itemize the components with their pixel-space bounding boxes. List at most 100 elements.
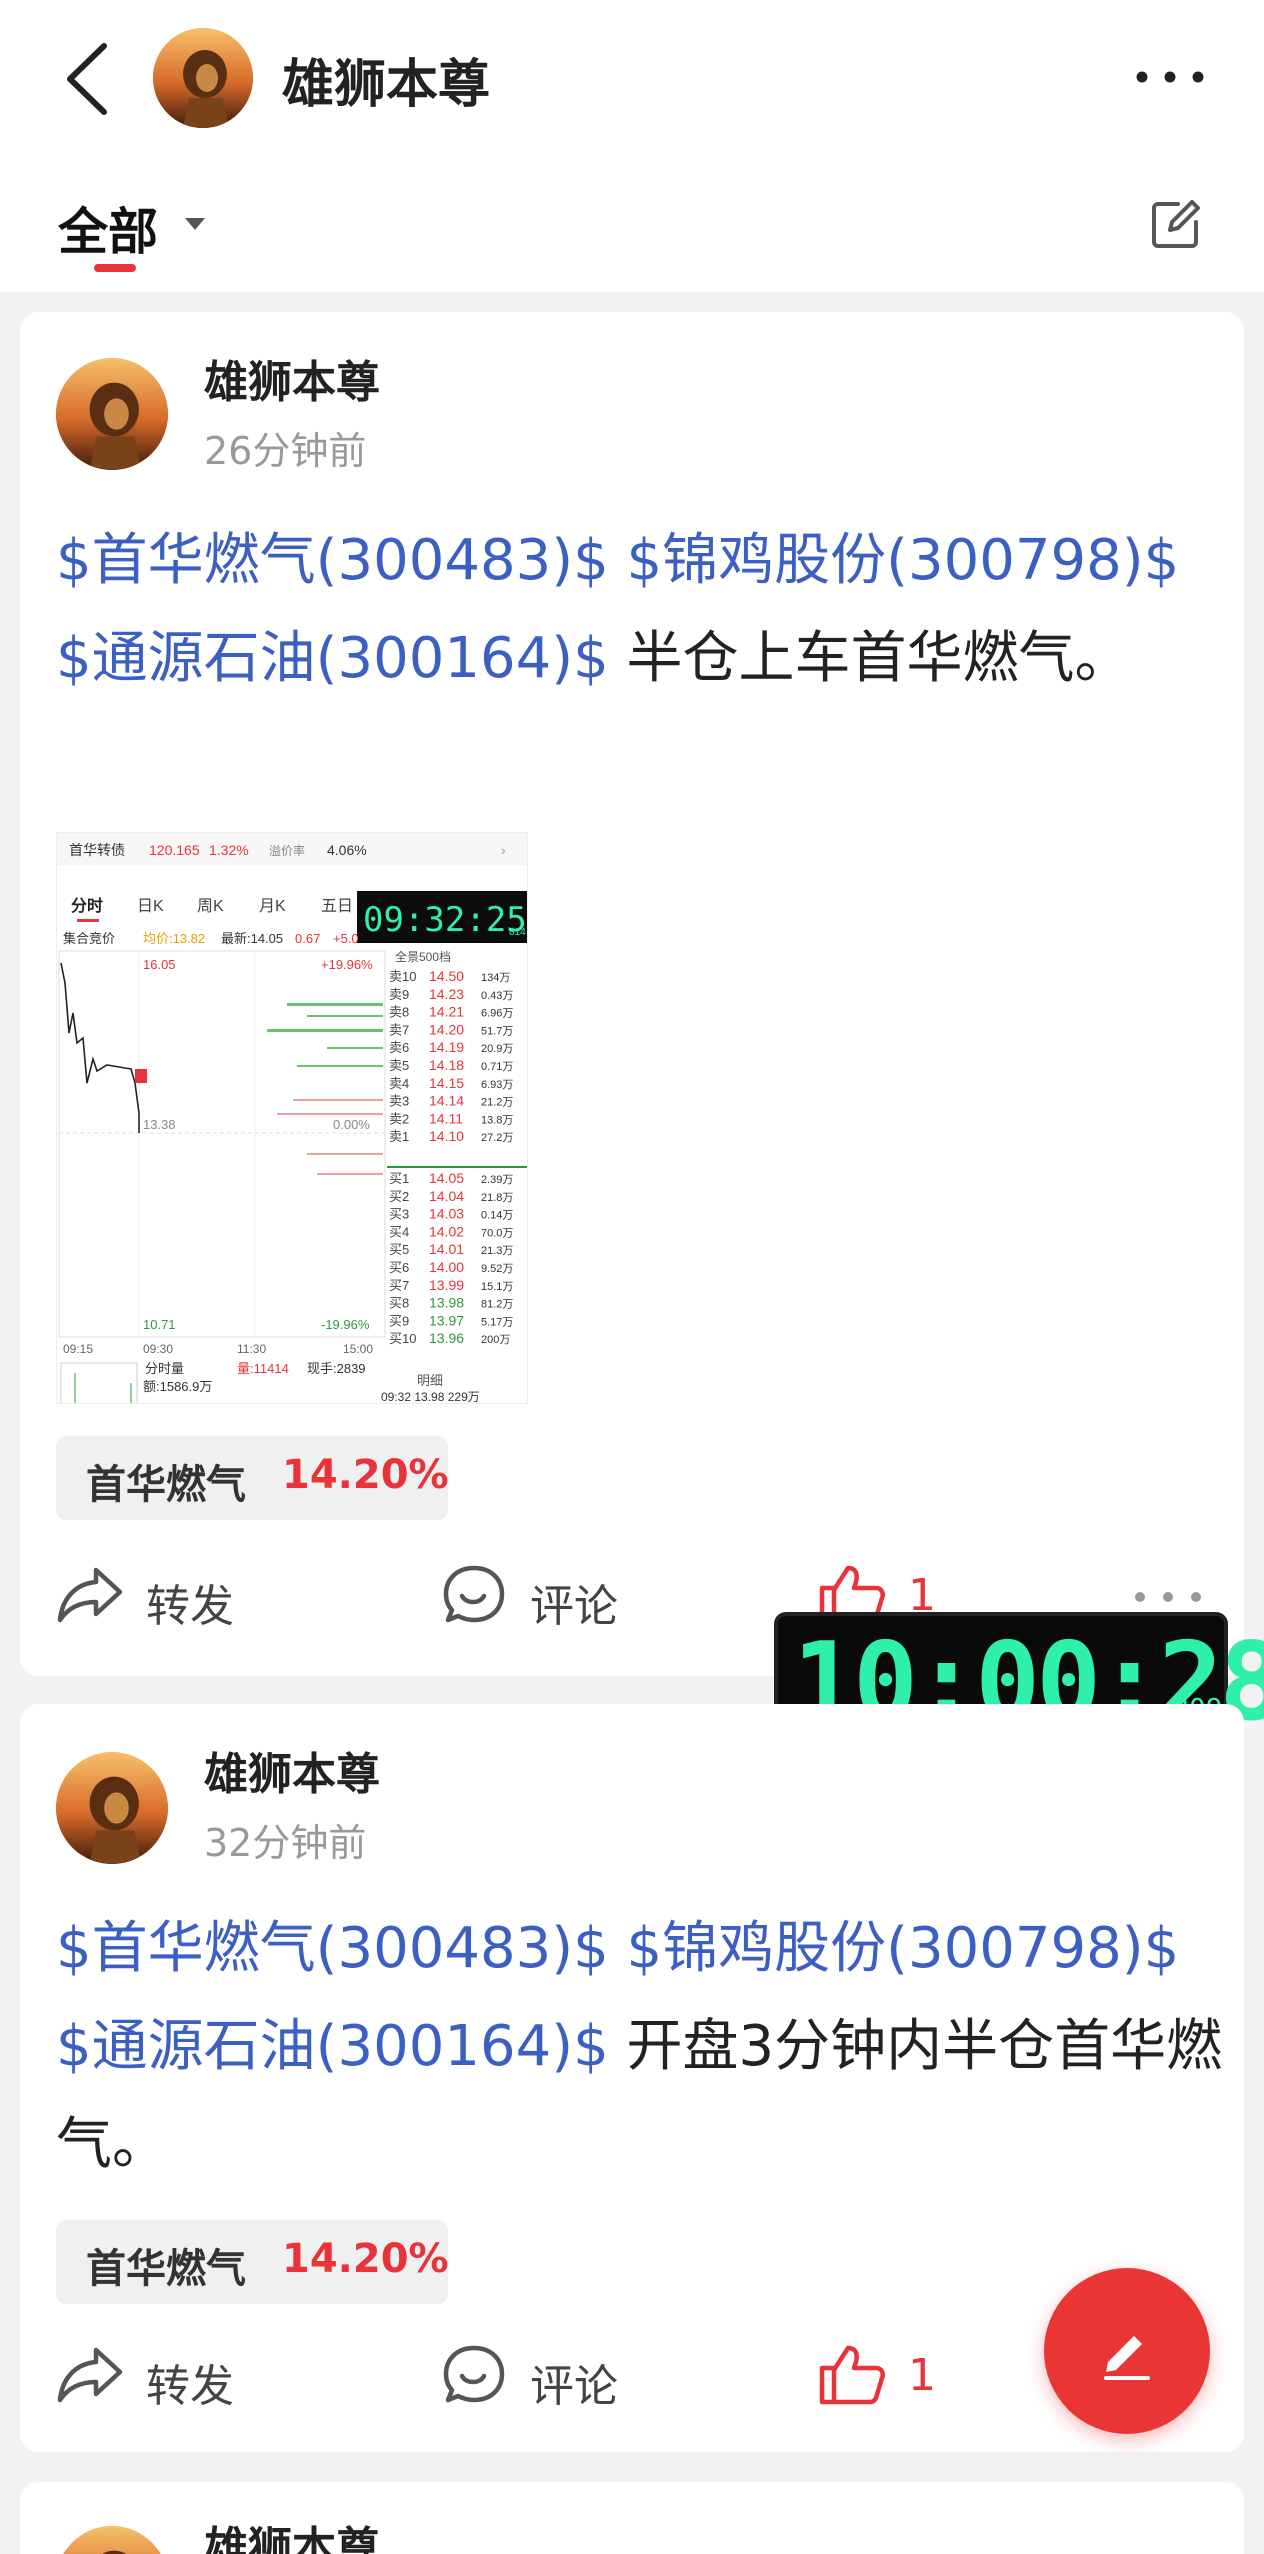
sell-level-volume: 6.93万: [481, 1079, 513, 1091]
buy-level-volume: 21.3万: [481, 1245, 513, 1257]
post-time: 26分钟前: [204, 429, 367, 473]
filter-bar: 全部: [0, 156, 1264, 292]
last-trade: 09:32 13.98 229万: [381, 1390, 480, 1404]
buy-level-label: 买6: [389, 1260, 409, 1275]
stock-link[interactable]: $首华燃气(300483)$: [56, 528, 609, 593]
stock-link[interactable]: $锦鸡股份(300798)$: [627, 528, 1180, 593]
sell-level-label: 卖8: [389, 1005, 409, 1020]
buy-level-label: 买8: [389, 1296, 409, 1311]
buy-level-price: 14.04: [429, 1188, 464, 1204]
author-name[interactable]: 雄狮本尊: [204, 2512, 380, 2554]
tab-five-day: 五日: [321, 898, 353, 915]
buy-level-volume: 0.14万: [481, 1210, 513, 1222]
bond-price: 120.165: [149, 842, 200, 858]
buy-level-price: 13.97: [429, 1312, 464, 1328]
stock-link[interactable]: $首华燃气(300483)$: [56, 1916, 609, 1981]
edit-icon[interactable]: [1148, 196, 1204, 252]
post-card[interactable]: 雄狮本尊: [20, 2482, 1244, 2554]
comment-icon: [443, 2345, 505, 2403]
buy-level-label: 买7: [389, 1278, 409, 1293]
avatar[interactable]: [153, 28, 253, 128]
stock-link[interactable]: $通源石油(300164)$: [56, 2014, 609, 2079]
avatar[interactable]: [56, 358, 168, 470]
forward-icon: [57, 1567, 123, 1623]
stock-tag[interactable]: 首华燃气 14.20%: [56, 1436, 449, 1520]
mid-price: 13.38: [143, 1117, 176, 1132]
sell-level-volume: 21.2万: [481, 1097, 513, 1109]
forward-button[interactable]: 转发: [56, 1554, 256, 1634]
bond-pct: 1.32%: [209, 842, 249, 858]
author-name[interactable]: 雄狮本尊: [204, 1738, 380, 1802]
buy-level-label: 买5: [389, 1242, 409, 1257]
sell-level-price: 14.11: [429, 1110, 463, 1126]
amount: 额:1586.9万: [143, 1379, 212, 1394]
buy-level-label: 买10: [389, 1331, 416, 1346]
top-bar: 雄狮本尊: [0, 0, 1264, 156]
like-count: 1: [908, 2350, 936, 2401]
filter-dropdown[interactable]: 全部: [58, 192, 158, 264]
sell-level-volume: 20.9万: [481, 1043, 513, 1055]
stock-link[interactable]: $通源石油(300164)$: [56, 626, 609, 691]
stock-link[interactable]: $锦鸡股份(300798)$: [627, 1916, 1180, 1981]
buy-level-volume: 70.0万: [481, 1227, 513, 1239]
top-price: 16.05: [143, 957, 176, 972]
sell-level-price: 14.19: [429, 1039, 464, 1055]
buy-level-volume: 9.52万: [481, 1263, 513, 1275]
top-pct: +19.96%: [321, 957, 373, 972]
buy-level-label: 买4: [389, 1224, 409, 1239]
change-pct: +5.0: [333, 931, 359, 946]
buy-level-price: 13.96: [429, 1330, 464, 1346]
forward-label: 转发: [146, 2361, 234, 2412]
buy-level-volume: 81.2万: [481, 1299, 513, 1311]
more-icon[interactable]: [1130, 62, 1210, 92]
premium-label: 溢价率: [269, 843, 305, 858]
comment-button[interactable]: 评论: [440, 1554, 660, 1634]
sell-level-label: 卖5: [389, 1058, 409, 1073]
caret-down-icon[interactable]: [182, 214, 208, 234]
buy-level-price: 14.01: [429, 1241, 464, 1257]
bottom-price: 10.71: [143, 1317, 176, 1332]
more-icon[interactable]: [1128, 1586, 1208, 1608]
forward-button[interactable]: 转发: [56, 2334, 256, 2414]
avatar[interactable]: [56, 2526, 168, 2554]
stock-tag-pct: 14.20%: [282, 1452, 449, 1498]
buy-level-volume: 21.8万: [481, 1192, 513, 1204]
back-icon[interactable]: [58, 40, 118, 118]
stock-screenshot: 首华转债 120.165 1.32% 溢价率 4.06% › 分时 日K 周K …: [57, 833, 527, 1404]
sell-level-label: 卖3: [389, 1094, 409, 1109]
time-close: 15:00: [343, 1342, 373, 1356]
depth-header: 全景500档: [395, 949, 451, 964]
comment-label: 评论: [530, 2361, 618, 2412]
lion-avatar-icon: [56, 1752, 168, 1864]
bond-title: 首华转债: [69, 842, 125, 858]
post-text: 半仓上车首华燃气。: [626, 626, 1131, 691]
forward-icon: [57, 2347, 123, 2403]
stock-tag-pct: 14.20%: [282, 2236, 449, 2282]
tab-day-k: 日K: [137, 898, 164, 915]
current-hand: 现手:2839: [307, 1361, 366, 1376]
avatar[interactable]: [56, 1752, 168, 1864]
buy-level-price: 14.03: [429, 1206, 464, 1222]
tab-week-k: 周K: [197, 898, 224, 915]
buy-level-price: 14.02: [429, 1223, 464, 1239]
compose-button[interactable]: [1044, 2268, 1210, 2434]
pencil-icon: [1104, 2336, 1150, 2380]
volume: 量:11414: [237, 1361, 289, 1376]
bottom-pct: -19.96%: [321, 1317, 370, 1332]
lion-avatar-icon: [56, 2526, 168, 2554]
svg-text:›: ›: [501, 842, 506, 858]
buy-level-label: 买9: [389, 1313, 409, 1328]
author-name[interactable]: 雄狮本尊: [204, 346, 380, 410]
sell-level-volume: 6.96万: [481, 1008, 513, 1020]
tab-month-k: 月K: [259, 898, 286, 915]
comment-button[interactable]: 评论: [440, 2334, 660, 2414]
post-card[interactable]: 雄狮本尊 26分钟前 $首华燃气(300483)$ $锦鸡股份(300798)$…: [20, 312, 1244, 1676]
post-image[interactable]: 首华转债 120.165 1.32% 溢价率 4.06% › 分时 日K 周K …: [56, 832, 528, 1404]
like-button[interactable]: 1: [818, 2334, 938, 2414]
fen-label: 分时量: [145, 1361, 184, 1376]
sell-level-label: 卖10: [389, 969, 416, 984]
premium-value: 4.06%: [327, 842, 367, 858]
sell-level-volume: 51.7万: [481, 1025, 513, 1037]
buy-level-price: 13.98: [429, 1295, 464, 1311]
stock-tag[interactable]: 首华燃气 14.20%: [56, 2220, 449, 2304]
